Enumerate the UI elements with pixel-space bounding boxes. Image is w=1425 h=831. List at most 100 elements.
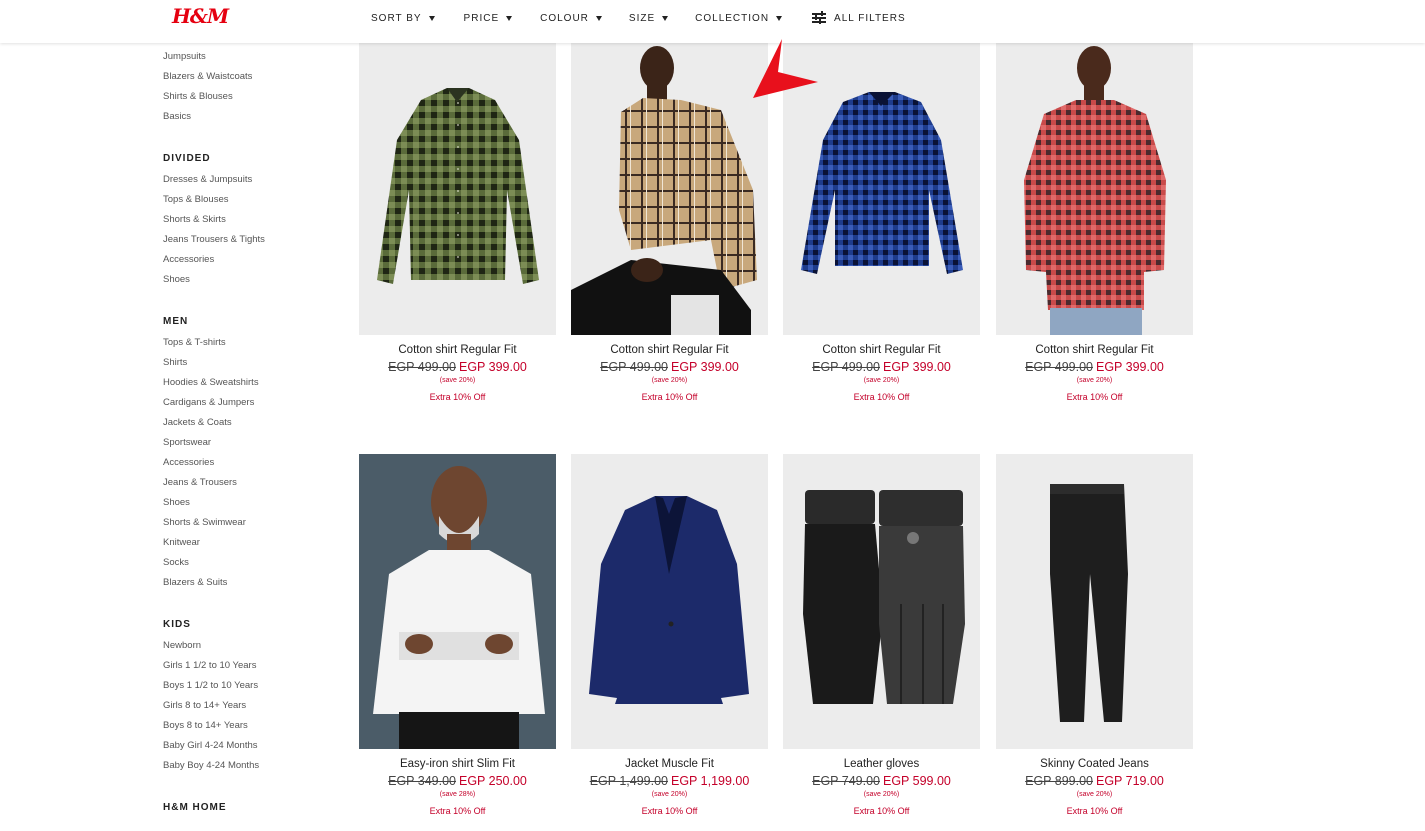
promo-label: Extra 10% Off [853, 806, 910, 816]
sidebar-item-boys-8-14[interactable]: Boys 8 to 14+ Years [163, 719, 333, 739]
product-card[interactable]: Jacket Muscle Fit EGP 1,499.00 EGP 1,199.… [571, 454, 768, 816]
promo-label: Extra 10% Off [1066, 806, 1123, 816]
product-name[interactable]: Jacket Muscle Fit [571, 758, 768, 774]
promo-label: Extra 10% Off [641, 392, 698, 402]
product-image-red-check-shirt[interactable] [996, 40, 1193, 335]
caret-down-icon [595, 15, 602, 21]
filter-sliders-icon [812, 11, 827, 25]
sidebar-item-divided-accessories[interactable]: Accessories [163, 253, 333, 273]
sidebar-item-shorts-skirts[interactable]: Shorts & Skirts [163, 213, 333, 233]
sidebar-heading-men[interactable]: MEN [163, 312, 333, 336]
product-card[interactable]: Cotton shirt Regular Fit EGP 499.00 EGP 3… [996, 40, 1193, 402]
category-sidebar: Jumpsuits Blazers & Waistcoats Shirts & … [163, 50, 333, 822]
product-name[interactable]: Leather gloves [783, 758, 980, 774]
product-image-coated-jeans[interactable] [996, 454, 1193, 749]
sidebar-item-jeans-trousers[interactable]: Jeans & Trousers [163, 476, 333, 496]
product-card[interactable]: Cotton shirt Regular Fit EGP 499.00 EGP 3… [359, 40, 556, 402]
sidebar-item-tops-tshirts[interactable]: Tops & T-shirts [163, 336, 333, 356]
sale-price: EGP 599.00 [883, 774, 951, 788]
product-image-white-shirt[interactable] [359, 454, 556, 749]
collection-label: COLLECTION [695, 12, 770, 24]
save-percent: (save 20%) [863, 377, 900, 384]
sidebar-item-cardigans-jumpers[interactable]: Cardigans & Jumpers [163, 396, 333, 416]
promo-label: Extra 10% Off [429, 392, 486, 402]
sidebar-heading-divided[interactable]: DIVIDED [163, 149, 333, 173]
sidebar-heading-kids[interactable]: KIDS [163, 615, 333, 639]
sidebar-item-knitwear[interactable]: Knitwear [163, 536, 333, 556]
sidebar-item-baby-boy[interactable]: Baby Boy 4-24 Months [163, 759, 333, 779]
caret-down-icon [776, 15, 783, 21]
sidebar-item-boys-1-10[interactable]: Boys 1 1/2 to 10 Years [163, 679, 333, 699]
product-image-leather-gloves[interactable] [783, 454, 980, 749]
collection-dropdown[interactable]: COLLECTION [695, 12, 783, 24]
sidebar-item-men-shoes[interactable]: Shoes [163, 496, 333, 516]
sidebar-item-hoodies-sweatshirts[interactable]: Hoodies & Sweatshirts [163, 376, 333, 396]
size-label: SIZE [628, 12, 656, 24]
sidebar-item-shirts[interactable]: Shirts [163, 356, 333, 376]
product-price: EGP 349.00 EGP 250.00 [359, 774, 556, 791]
product-image-beige-check-shirt[interactable] [571, 40, 768, 335]
sidebar-item-dresses-jumpsuits[interactable]: Dresses & Jumpsuits [163, 173, 333, 193]
sale-price: EGP 399.00 [883, 360, 951, 374]
price-dropdown[interactable]: PRICE [464, 13, 513, 24]
old-price: EGP 749.00 [812, 774, 880, 788]
sidebar-item-newborn[interactable]: Newborn [163, 639, 333, 659]
filter-bar: SORT BY PRICE COLOUR SIZE COLLECTION ALL… [371, 11, 906, 25]
product-card[interactable]: Cotton shirt Regular Fit EGP 499.00 EGP 3… [571, 40, 768, 402]
price-label: PRICE [463, 12, 500, 24]
save-percent: (save 20%) [651, 377, 688, 384]
product-name[interactable]: Cotton shirt Regular Fit [996, 344, 1193, 360]
product-price: EGP 499.00 EGP 399.00 [783, 360, 980, 377]
sidebar-item-shorts-swimwear[interactable]: Shorts & Swimwear [163, 516, 333, 536]
product-card[interactable]: Skinny Coated Jeans EGP 899.00 EGP 719.00… [996, 454, 1193, 816]
product-name[interactable]: Cotton shirt Regular Fit [359, 344, 556, 360]
product-name[interactable]: Easy-iron shirt Slim Fit [359, 758, 556, 774]
sidebar-item-girls-8-14[interactable]: Girls 8 to 14+ Years [163, 699, 333, 719]
old-price: EGP 899.00 [1025, 774, 1093, 788]
product-card[interactable]: Easy-iron shirt Slim Fit EGP 349.00 EGP 2… [359, 454, 556, 816]
product-image-navy-jacket[interactable] [571, 454, 768, 749]
sidebar-item-blazers-suits[interactable]: Blazers & Suits [163, 576, 333, 596]
product-price: EGP 899.00 EGP 719.00 [996, 774, 1193, 791]
product-price: EGP 499.00 EGP 399.00 [996, 360, 1193, 377]
sidebar-item-sportswear[interactable]: Sportswear [163, 436, 333, 456]
old-price: EGP 499.00 [388, 360, 456, 374]
sidebar-item-tops-blouses[interactable]: Tops & Blouses [163, 193, 333, 213]
product-name[interactable]: Skinny Coated Jeans [996, 758, 1193, 774]
top-bar: H&M SORT BY PRICE COLOUR SIZE COLLECTION [0, 0, 1425, 43]
save-percent: (save 28%) [439, 791, 476, 798]
sidebar-item-shirts-blouses[interactable]: Shirts & Blouses [163, 90, 333, 110]
sidebar-item-divided-shoes[interactable]: Shoes [163, 273, 333, 293]
sidebar-item-blazers-waistcoats[interactable]: Blazers & Waistcoats [163, 70, 333, 90]
sale-price: EGP 719.00 [1096, 774, 1164, 788]
product-name[interactable]: Cotton shirt Regular Fit [783, 344, 980, 360]
sidebar-item-basics[interactable]: Basics [163, 110, 333, 130]
all-filters-label: ALL FILTERS [834, 12, 906, 24]
sale-price: EGP 399.00 [1096, 360, 1164, 374]
save-percent: (save 20%) [1076, 377, 1113, 384]
sidebar-item-men-accessories[interactable]: Accessories [163, 456, 333, 476]
promo-label: Extra 10% Off [641, 806, 698, 816]
product-image-green-check-shirt[interactable] [359, 40, 556, 335]
colour-dropdown[interactable]: COLOUR [540, 13, 602, 24]
sidebar-item-socks[interactable]: Socks [163, 556, 333, 576]
product-card[interactable]: Leather gloves EGP 749.00 EGP 599.00 (sav… [783, 454, 980, 816]
caret-down-icon [662, 15, 669, 21]
sidebar-item-jeans-trousers-tights[interactable]: Jeans Trousers & Tights [163, 233, 333, 253]
sidebar-item-girls-1-10[interactable]: Girls 1 1/2 to 10 Years [163, 659, 333, 679]
sidebar-heading-hm-home[interactable]: H&M HOME [163, 798, 333, 822]
product-price: EGP 1,499.00 EGP 1,199.00 [571, 774, 768, 791]
sort-by-dropdown[interactable]: SORT BY [371, 13, 435, 24]
annotation-arrow-icon [753, 39, 818, 98]
all-filters-button[interactable]: ALL FILTERS [812, 11, 906, 25]
sidebar-item-baby-girl[interactable]: Baby Girl 4-24 Months [163, 739, 333, 759]
sale-price: EGP 399.00 [671, 360, 739, 374]
sale-price: EGP 1,199.00 [671, 774, 750, 788]
sort-by-label: SORT BY [371, 12, 422, 24]
product-name[interactable]: Cotton shirt Regular Fit [571, 344, 768, 360]
sidebar-item-jackets-coats[interactable]: Jackets & Coats [163, 416, 333, 436]
size-dropdown[interactable]: SIZE [628, 12, 669, 24]
sidebar-item-jumpsuits[interactable]: Jumpsuits [163, 50, 333, 70]
save-percent: (save 20%) [439, 377, 476, 384]
hm-logo[interactable]: H&M [172, 4, 229, 28]
